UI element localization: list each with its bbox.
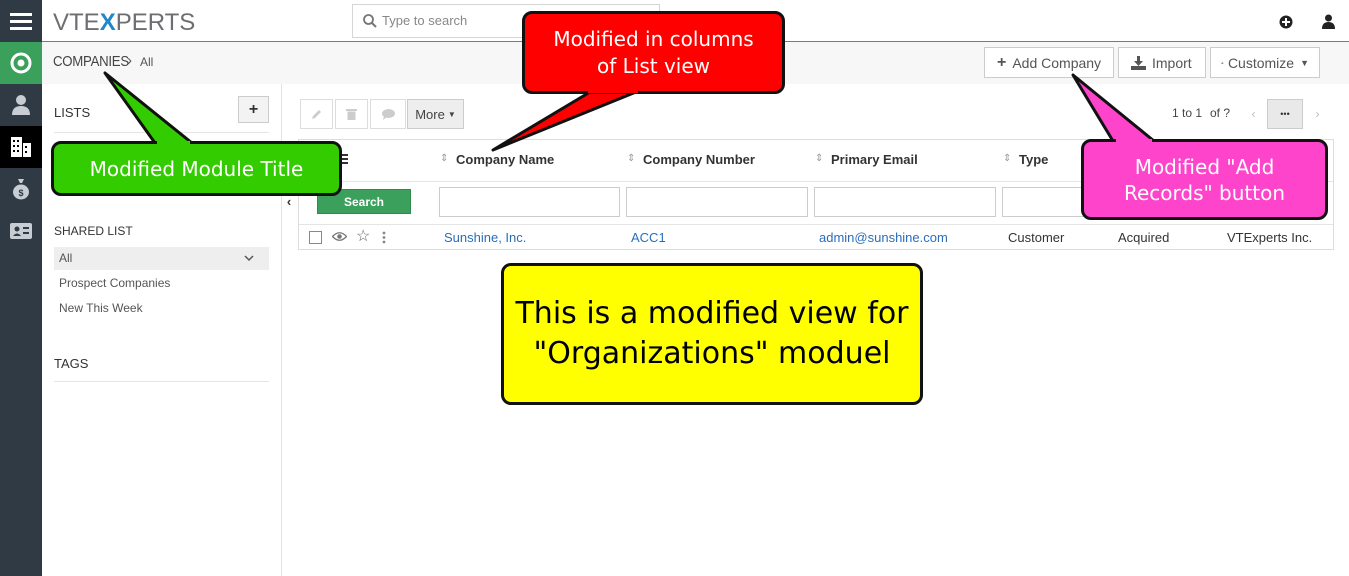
import-button[interactable]: Import	[1118, 47, 1206, 78]
cell-assigned: VTExperts Inc.	[1227, 230, 1313, 245]
filter-company-number-input[interactable]	[626, 187, 808, 217]
comment-icon	[381, 108, 395, 120]
divider	[54, 381, 269, 382]
callout-seam	[1116, 139, 1152, 143]
page-range: 1 to 1	[1172, 106, 1203, 120]
cell-type: Customer	[1008, 230, 1065, 245]
eye-icon[interactable]	[332, 231, 347, 242]
money-bag-icon[interactable]: $	[0, 168, 42, 210]
row-checkbox[interactable]	[309, 231, 322, 244]
sort-icon[interactable]: ⇕	[815, 153, 823, 164]
breadcrumb-view[interactable]: All	[140, 55, 153, 69]
list-item-new-this-week[interactable]: New This Week	[59, 301, 143, 315]
breadcrumb-separator: ›	[127, 52, 132, 69]
page-total[interactable]: of ?	[1210, 106, 1230, 120]
menu-icon[interactable]	[0, 0, 42, 42]
callout-modified-columns: Modified in columns of List view	[522, 11, 785, 94]
cell-primary-email[interactable]: admin@sunshine.com	[819, 230, 948, 245]
download-icon	[1131, 55, 1146, 70]
companies-icon[interactable]	[0, 126, 42, 168]
column-header-company-number[interactable]: Company Number	[643, 152, 755, 167]
more-dropdown[interactable]: More ▼	[407, 99, 464, 129]
edit-button[interactable]	[300, 99, 333, 129]
sort-icon[interactable]: ⇕	[627, 153, 635, 164]
column-header-type[interactable]: Type	[1019, 152, 1048, 167]
tags-heading: TAGS	[54, 356, 89, 371]
divider	[299, 224, 1333, 225]
cell-company-number[interactable]: ACC1	[631, 230, 666, 245]
next-page-icon[interactable]: ›	[1304, 99, 1331, 129]
callout-modified-view: This is a modified view for "Organization…	[501, 263, 923, 405]
user-profile-icon[interactable]	[1322, 14, 1335, 29]
callout-seam	[157, 141, 190, 145]
home-target-icon[interactable]	[0, 42, 42, 84]
cell-company-name[interactable]: Sunshine, Inc.	[444, 230, 526, 245]
contacts-icon[interactable]	[0, 84, 42, 126]
more-vertical-icon[interactable]	[382, 231, 386, 244]
lists-heading: LISTS	[54, 105, 91, 120]
list-item-prospect-companies[interactable]: Prospect Companies	[59, 276, 170, 290]
column-header-company-name[interactable]: Company Name	[456, 152, 554, 167]
divider	[54, 132, 269, 133]
delete-button[interactable]	[335, 99, 368, 129]
page-jump-button[interactable]: •••	[1267, 99, 1303, 129]
sort-icon[interactable]: ⇕	[440, 153, 448, 164]
id-card-icon[interactable]	[0, 210, 42, 252]
callout-seam	[588, 89, 638, 93]
callout-modified-module-title: Modified Module Title	[51, 141, 342, 196]
comment-button[interactable]	[370, 99, 406, 129]
chevron-down-icon	[244, 255, 254, 262]
caret-down-icon: ▼	[447, 109, 456, 119]
quick-create-icon[interactable]	[1279, 15, 1293, 29]
page-title[interactable]: COMPANIES	[53, 53, 129, 70]
vtexperts-logo[interactable]: VTEXPERTS	[53, 9, 195, 37]
app-rail: $	[0, 0, 42, 576]
filter-company-name-input[interactable]	[439, 187, 620, 217]
star-icon[interactable]: ☆	[356, 226, 370, 246]
filter-primary-email-input[interactable]	[814, 187, 996, 217]
add-list-button[interactable]: +	[238, 96, 269, 123]
plus-icon: +	[997, 53, 1007, 71]
trash-icon	[346, 109, 357, 120]
chevron-down-icon: ▼	[1300, 57, 1309, 68]
cell-status: Acquired	[1118, 230, 1170, 245]
wrench-icon	[1221, 61, 1224, 64]
prev-page-icon[interactable]: ‹	[1240, 99, 1267, 129]
list-item-all[interactable]: All	[54, 247, 269, 270]
search-icon	[363, 14, 377, 28]
sort-icon[interactable]: ⇕	[1003, 153, 1011, 164]
customize-button[interactable]: Customize ▼	[1210, 47, 1320, 78]
pencil-icon	[311, 110, 321, 119]
svg-text:$: $	[18, 188, 23, 198]
column-header-primary-email[interactable]: Primary Email	[831, 152, 918, 167]
shared-list-heading: SHARED LIST	[54, 224, 133, 238]
add-company-button[interactable]: + Add Company	[984, 47, 1114, 78]
callout-modified-add-records: Modified "Add Records" button	[1081, 139, 1328, 220]
plus-icon: +	[248, 100, 259, 118]
